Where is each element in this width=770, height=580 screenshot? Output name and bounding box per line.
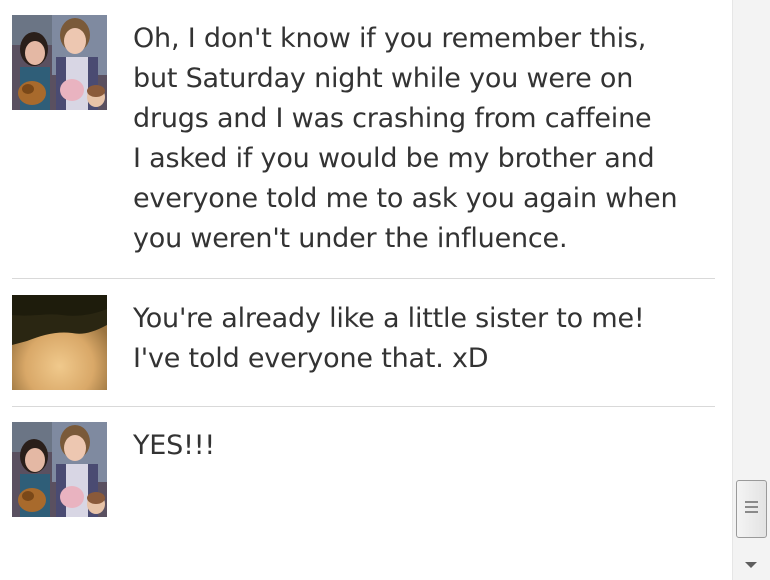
message-text: YES!!! bbox=[133, 430, 215, 461]
message-text: Oh, I don't know if you remember this, b… bbox=[133, 23, 678, 254]
avatar[interactable] bbox=[12, 15, 107, 110]
grip-icon bbox=[745, 511, 758, 513]
vertical-scrollbar[interactable] bbox=[732, 0, 770, 580]
two-girls-photo-icon bbox=[12, 422, 107, 517]
message-list: Oh, I don't know if you remember this, b… bbox=[0, 0, 732, 580]
two-girls-photo-icon bbox=[12, 15, 107, 110]
message-divider bbox=[12, 406, 715, 407]
avatar[interactable] bbox=[12, 295, 107, 390]
grip-icon bbox=[745, 506, 758, 508]
grip-icon bbox=[745, 501, 758, 503]
message-divider bbox=[12, 278, 715, 279]
chat-viewport: Oh, I don't know if you remember this, b… bbox=[0, 0, 770, 580]
scroll-down-button[interactable] bbox=[733, 552, 770, 580]
chevron-down-icon bbox=[745, 562, 757, 568]
avatar[interactable] bbox=[12, 422, 107, 517]
message-text: You're already like a little sister to m… bbox=[133, 303, 645, 374]
scroll-thumb[interactable] bbox=[736, 480, 767, 538]
blurry-head-photo-icon bbox=[12, 295, 107, 390]
